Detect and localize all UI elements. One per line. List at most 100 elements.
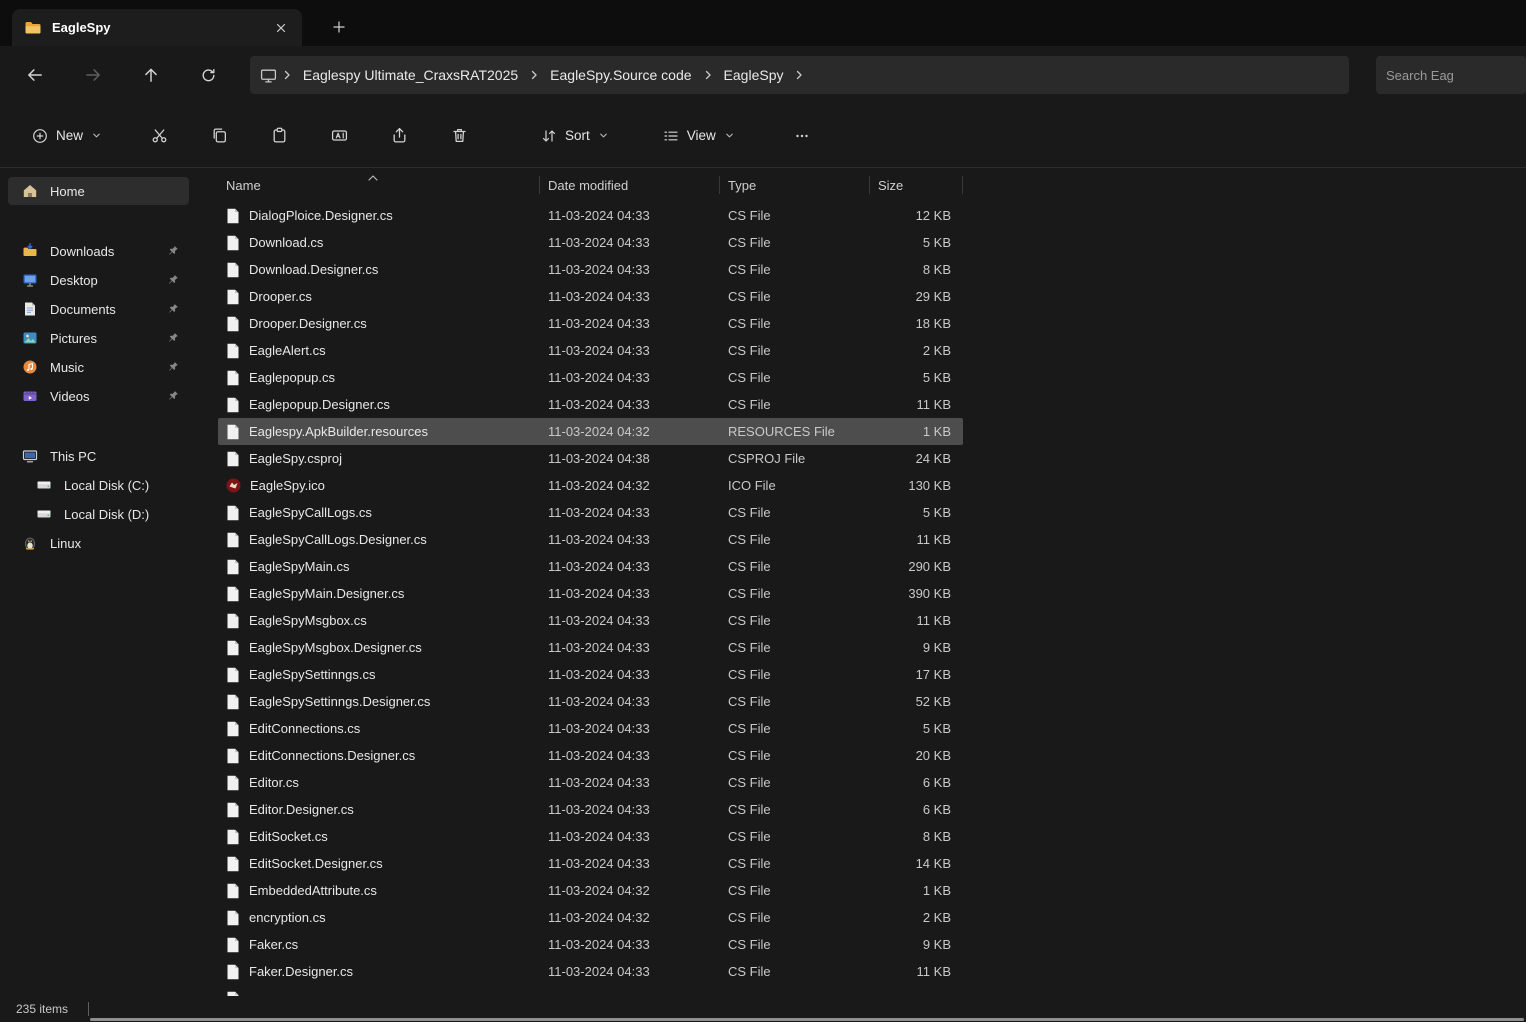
file-type: CS File (720, 964, 870, 979)
file-icon (226, 829, 240, 845)
breadcrumb-chevron-icon[interactable] (526, 69, 542, 81)
file-size: 11 KB (870, 532, 963, 547)
tab-close-button[interactable] (268, 15, 294, 41)
refresh-button[interactable] (190, 57, 228, 93)
file-size: 9 KB (870, 937, 963, 952)
view-button[interactable]: View (651, 118, 747, 154)
breadcrumb-segment-3[interactable]: EagleSpy (716, 62, 792, 88)
column-header-size[interactable]: Size (870, 168, 963, 202)
file-date-modified: 11-03-2024 04:33 (540, 586, 720, 601)
copy-button[interactable] (199, 118, 239, 154)
file-row[interactable]: encryption.cs11-03-2024 04:32CS File2 KB (218, 904, 963, 931)
address-bar[interactable]: Eaglespy Ultimate_CraxsRAT2025 EagleSpy.S… (250, 56, 1349, 94)
file-row[interactable]: EmbeddedAttribute.cs11-03-2024 04:32CS F… (218, 877, 963, 904)
file-row[interactable]: EditConnections.Designer.cs11-03-2024 04… (218, 742, 963, 769)
file-type: CS File (720, 397, 870, 412)
content-area: Home DownloadsDesktop Documents PicturesMus… (0, 168, 1526, 1022)
sidebar-item-documents[interactable]: Documents (8, 295, 189, 323)
breadcrumb-segment-1[interactable]: Eaglespy Ultimate_CraxsRAT2025 (295, 62, 526, 88)
up-button[interactable] (132, 57, 170, 93)
sidebar-item-label: Linux (50, 536, 81, 551)
file-name: Eaglespy.ApkBuilder.resources (249, 424, 428, 439)
file-row[interactable]: EagleSpyMsgbox.Designer.cs11-03-2024 04:… (218, 634, 963, 661)
file-row[interactable]: EagleSpyCallLogs.cs11-03-2024 04:33CS Fi… (218, 499, 963, 526)
column-header-name[interactable]: Name (218, 168, 540, 202)
file-size: 5 KB (870, 505, 963, 520)
file-name: EagleSpySettinngs.Designer.cs (249, 694, 430, 709)
file-row[interactable]: Eaglepopup.cs11-03-2024 04:33CS File5 KB (218, 364, 963, 391)
sidebar-item-home[interactable]: Home (8, 177, 189, 205)
file-row[interactable]: Drooper.Designer.cs11-03-2024 04:33CS Fi… (218, 310, 963, 337)
file-row[interactable]: EagleSpyMain.cs11-03-2024 04:33CS File29… (218, 553, 963, 580)
file-row[interactable]: Eaglespy.ApkBuilder.resources11-03-2024 … (218, 418, 963, 445)
breadcrumb-chevron-icon[interactable] (791, 69, 807, 81)
file-row[interactable]: EagleSpyCallLogs.Designer.cs11-03-2024 0… (218, 526, 963, 553)
sidebar-item-downloads[interactable]: Downloads (8, 237, 189, 265)
horizontal-scrollbar[interactable] (90, 1018, 1524, 1021)
file-type: CS File (720, 208, 870, 223)
sidebar-item-pictures[interactable]: Pictures (8, 324, 189, 352)
file-type: CS File (720, 748, 870, 763)
file-date-modified: 11-03-2024 04:33 (540, 667, 720, 682)
forward-button[interactable] (74, 57, 112, 93)
more-options-button[interactable] (782, 118, 822, 154)
paste-button[interactable] (259, 118, 299, 154)
file-name: Editor.Designer.cs (249, 802, 354, 817)
file-row[interactable]: EagleSpySettinngs.Designer.cs11-03-2024 … (218, 688, 963, 715)
file-row[interactable]: Editor.cs11-03-2024 04:33CS File6 KB (218, 769, 963, 796)
file-name: EditConnections.Designer.cs (249, 748, 415, 763)
file-row[interactable]: EagleSpy.csproj11-03-2024 04:38CSPROJ Fi… (218, 445, 963, 472)
rename-button[interactable] (319, 118, 359, 154)
sidebar-item-desktop[interactable]: Desktop (8, 266, 189, 294)
file-date-modified: 11-03-2024 04:33 (540, 829, 720, 844)
file-icon (226, 451, 240, 467)
share-button[interactable] (379, 118, 419, 154)
file-date-modified: 11-03-2024 04:33 (540, 613, 720, 628)
file-date-modified: 11-03-2024 04:32 (540, 910, 720, 925)
sidebar-item-videos[interactable]: Videos (8, 382, 189, 410)
sidebar-item-music[interactable]: Music (8, 353, 189, 381)
file-row[interactable]: EagleAlert.cs11-03-2024 04:33CS File2 KB (218, 337, 963, 364)
column-header-type[interactable]: Type (720, 168, 870, 202)
file-icon (226, 667, 240, 683)
file-name: EagleSpyMain.Designer.cs (249, 586, 404, 601)
breadcrumb-segment-2[interactable]: EagleSpy.Source code (542, 62, 699, 88)
sidebar-item-local-disk-d[interactable]: Local Disk (D:) (8, 500, 189, 528)
file-row[interactable]: EagleSpySettinngs.cs11-03-2024 04:33CS F… (218, 661, 963, 688)
file-size: 6 KB (870, 802, 963, 817)
file-row[interactable]: Editor.Designer.cs11-03-2024 04:33CS Fil… (218, 796, 963, 823)
file-row[interactable]: EagleSpyMain.Designer.cs 11-03-2024 04:33… (218, 580, 963, 607)
new-tab-button[interactable] (326, 14, 352, 40)
file-size: 5 KB (870, 370, 963, 385)
breadcrumb-chevron-icon[interactable] (279, 69, 295, 81)
file-row[interactable]: Download.Designer.cs11-03-2024 04:33CS F… (218, 256, 963, 283)
file-row[interactable]: EagleSpy.ico11-03-2024 04:32ICO File130 … (218, 472, 963, 499)
file-row[interactable]: Download.cs11-03-2024 04:33CS File5 KB (218, 229, 963, 256)
search-input[interactable] (1376, 56, 1526, 94)
file-date-modified: 11-03-2024 04:32 (540, 883, 720, 898)
file-row[interactable]: EditSocket.Designer.cs11-03-2024 04:33CS… (218, 850, 963, 877)
sidebar-item-local-disk-c[interactable]: Local Disk (C:) (8, 471, 189, 499)
file-size: 14 KB (870, 856, 963, 871)
sidebar-item-label: Documents (50, 302, 116, 317)
file-row[interactable]: EagleSpyMsgbox.cs11-03-2024 04:33CS File… (218, 607, 963, 634)
file-row[interactable]: Eaglepopup.Designer.cs11-03-2024 04:33CS… (218, 391, 963, 418)
sidebar-item-this-pc[interactable]: This PC (8, 442, 189, 470)
explorer-tab[interactable]: EagleSpy (12, 9, 302, 46)
file-row[interactable]: Faker.Designer.cs11-03-2024 04:33CS File… (218, 958, 963, 985)
file-row[interactable]: EditConnections.cs11-03-2024 04:33CS Fil… (218, 715, 963, 742)
sort-button[interactable]: Sort (529, 118, 621, 154)
column-header-size-label: Size (878, 178, 903, 193)
breadcrumb-chevron-icon[interactable] (700, 69, 716, 81)
sidebar-item-linux[interactable]: Linux (8, 529, 189, 557)
column-header-date-modified[interactable]: Date modified (540, 168, 720, 202)
new-button[interactable]: New (20, 118, 114, 154)
file-row[interactable]: Faker.cs11-03-2024 04:33CS File9 KB (218, 931, 963, 958)
delete-button[interactable] (439, 118, 479, 154)
file-row[interactable]: EditSocket.cs11-03-2024 04:33CS File8 KB (218, 823, 963, 850)
file-row[interactable]: DialogPloice.Designer.cs11-03-2024 04:33… (218, 202, 963, 229)
file-list-pane: Name Date modified Type Size DialogPloic… (197, 168, 1526, 1022)
back-button[interactable] (16, 57, 54, 93)
cut-button[interactable] (139, 118, 179, 154)
file-row[interactable]: Drooper.cs11-03-2024 04:33CS File29 KB (218, 283, 963, 310)
